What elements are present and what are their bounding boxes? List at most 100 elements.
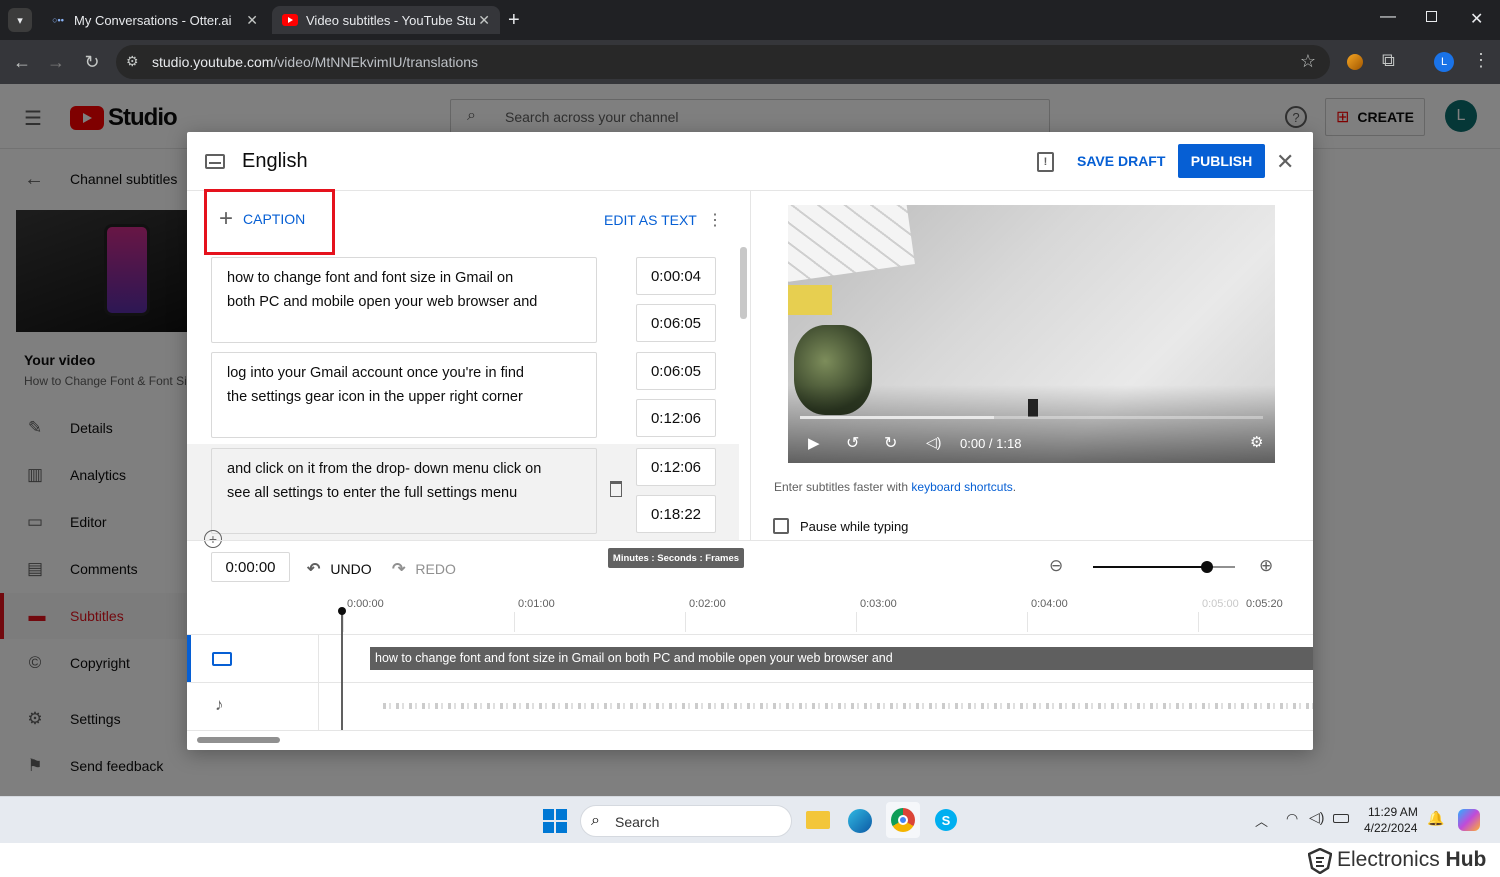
track-bottom-divider [187,730,1313,731]
controls-divider [187,540,1313,541]
hint-text: . [1012,480,1017,494]
windows-start-icon[interactable] [543,809,567,833]
url-path: /video/MtNNEkvimIU/translations [273,54,479,70]
timeline-scrollbar[interactable] [197,737,280,743]
close-tab-icon[interactable]: ✕ [478,12,490,29]
report-issue-icon[interactable]: ! [1037,152,1054,172]
zoom-in-icon[interactable]: ⊕ [1259,556,1273,576]
close-tab-icon[interactable]: ✕ [246,12,258,29]
publish-button[interactable]: PUBLISH [1178,144,1265,178]
redo-icon: ↷ [392,561,406,578]
edge-browser-icon[interactable] [848,809,872,833]
caption-row: log into your Gmail account once you're … [187,352,739,447]
add-caption-label: CAPTION [243,211,306,227]
close-dialog-icon[interactable]: ✕ [1276,149,1294,175]
taskbar-search-label: Search [615,814,660,830]
back-arrow-icon[interactable]: ← [10,50,34,74]
keyboard-shortcuts-link[interactable]: keyboard shortcuts [911,480,1012,494]
timeline-playhead[interactable] [338,607,346,730]
captions-track: how to change font and font size in Gmai… [187,635,1313,730]
caption-text-field[interactable]: log into your Gmail account once you're … [211,352,597,438]
caption-text-field[interactable]: how to change font and font size in Gmai… [211,257,597,343]
captions-track-selected-bar [187,635,191,682]
hint-text: Enter subtitles faster with [774,480,912,494]
speaker-icon[interactable]: ◁) [1309,809,1324,826]
edit-as-text-button[interactable]: EDIT AS TEXT [604,212,697,228]
add-caption-button[interactable]: + CAPTION [219,205,306,232]
new-tab-button[interactable]: + [508,9,520,32]
tab-search-button[interactable]: ▾ [8,8,32,32]
redo-label: REDO [415,561,456,577]
battery-icon[interactable] [1333,814,1349,823]
audio-track: ♪ [187,683,1313,730]
windows-taskbar: ⌕ Search S ︿ ◠ ◁) 11:29 AM 4/22/2024 🔔 [0,796,1500,843]
caption-start-time[interactable]: 0:12:06 [636,448,716,486]
forward-arrow-icon[interactable]: → [44,50,68,74]
notification-bell-icon[interactable]: 🔔 [1427,810,1444,827]
delete-caption-icon[interactable] [610,481,622,497]
caption-line: how to change font and font size in Gmai… [227,270,514,286]
redo-button[interactable]: ↷ REDO [392,559,456,579]
play-icon[interactable]: ▶ [808,434,820,452]
pause-while-typing-checkbox[interactable] [773,518,789,534]
zoom-slider[interactable] [1093,561,1235,573]
pause-while-typing-label: Pause while typing [800,519,909,534]
current-time-field[interactable]: 0:00:00 [211,552,290,582]
caption-text-field[interactable]: and click on it from the drop- down menu… [211,448,597,534]
undo-icon: ↶ [307,561,321,578]
insert-caption-icon[interactable]: + [204,530,222,548]
minimize-window-icon[interactable]: — [1380,8,1396,26]
video-progress-bar[interactable] [800,416,1263,419]
volume-icon[interactable]: ◁) [926,434,941,451]
taskbar-time[interactable]: 11:29 AM [1368,805,1418,819]
reload-icon[interactable]: ↻ [80,50,104,74]
taskbar-date[interactable]: 4/22/2024 [1364,821,1417,835]
restore-window-icon[interactable] [1426,11,1437,22]
tab-youtube-studio[interactable]: Video subtitles - YouTube Studi ✕ [272,6,500,34]
bookmark-star-icon[interactable]: ☆ [1300,51,1316,72]
rewind-10-icon[interactable]: ↺ [846,433,859,453]
wifi-icon[interactable]: ◠ [1286,810,1298,827]
video-preview[interactable]: ▶ ↺ ↻ ◁) 0:00 / 1:18 ⚙ [788,205,1275,463]
extensions-puzzle-icon[interactable]: ⧉ [1382,50,1395,71]
profile-avatar[interactable]: L [1434,52,1454,72]
caption-row-hovered: and click on it from the drop- down menu… [187,444,739,540]
skype-icon[interactable]: S [935,809,957,831]
undo-button[interactable]: ↶ UNDO [307,559,372,579]
save-draft-button[interactable]: SAVE DRAFT [1077,153,1165,169]
url-field[interactable]: ⚙ studio.youtube.com/video/MtNNEkvimIU/t… [116,45,1330,79]
timeline-tick-label: 0:03:00 [860,598,897,610]
more-options-icon[interactable]: ⋮ [707,210,723,230]
zoom-out-icon[interactable]: ⊖ [1049,556,1063,576]
caption-end-time[interactable]: 0:06:05 [636,304,716,342]
extension-orange-icon[interactable] [1347,54,1363,70]
caption-start-time[interactable]: 0:06:05 [636,352,716,390]
timeline-tick-line [685,612,686,632]
site-settings-icon[interactable]: ⚙ [126,53,139,70]
caption-list-scrollbar[interactable] [740,247,747,319]
subtitle-editor-dialog: English ! SAVE DRAFT PUBLISH ✕ + CAPTION… [187,132,1313,750]
player-settings-icon[interactable]: ⚙ [1250,433,1263,451]
caption-line: see all settings to enter the full setti… [227,485,518,501]
close-window-icon[interactable]: ✕ [1470,9,1483,29]
electronics-hub-logo-icon [1308,848,1332,874]
forward-10-icon[interactable]: ↻ [884,433,897,453]
timeline-tick-line [856,612,857,632]
timeline-tick-label: 0:01:00 [518,598,555,610]
taskbar-search-box[interactable]: ⌕ Search [580,805,792,837]
captions-track-icon [212,652,232,666]
show-hidden-icons-icon[interactable]: ︿ [1255,811,1268,830]
zoom-slider-thumb[interactable] [1200,561,1213,573]
plus-icon: + [219,205,234,232]
copilot-icon[interactable] [1458,809,1480,831]
browser-menu-icon[interactable]: ⋮ [1472,50,1490,71]
timeline-tick-label: 0:05:00 [1202,598,1239,610]
chrome-browser-icon[interactable] [886,802,920,838]
caption-start-time[interactable]: 0:00:04 [636,257,716,295]
timeline-caption-segment[interactable]: how to change font and font size in Gmai… [370,647,1313,670]
caption-end-time[interactable]: 0:18:22 [636,495,716,533]
file-explorer-icon[interactable] [806,811,830,829]
tab-otter[interactable]: ○•• My Conversations - Otter.ai ✕ [40,6,268,34]
caption-end-time[interactable]: 0:12:06 [636,399,716,437]
shortcut-hint: Enter subtitles faster with keyboard sho… [774,480,1016,494]
